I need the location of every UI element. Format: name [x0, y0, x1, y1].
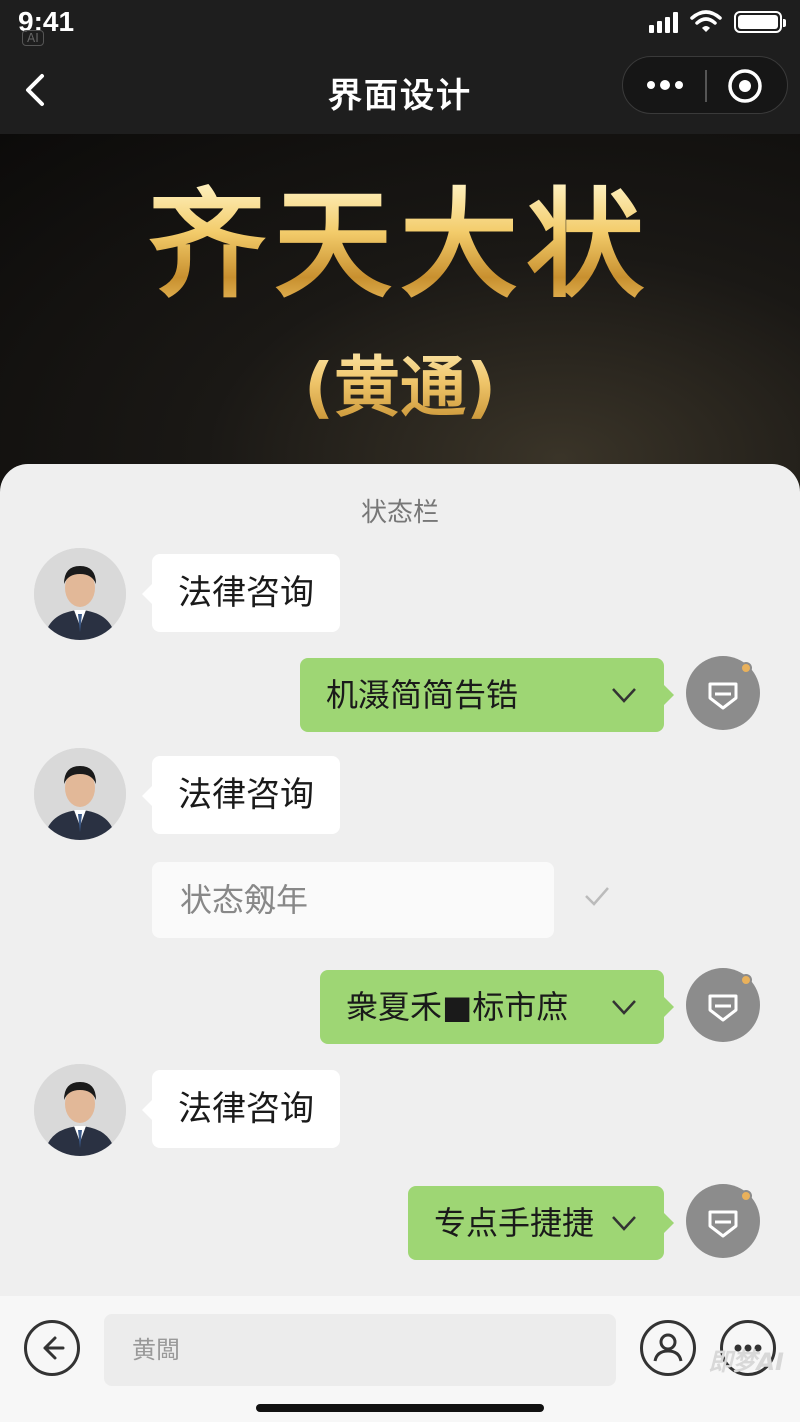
- chevron-down-icon: [612, 688, 636, 703]
- notification-dot: [740, 974, 752, 986]
- lawyer-avatar[interactable]: [34, 1064, 126, 1156]
- person-avatar-icon: [34, 548, 126, 640]
- banner-subtitle: (黄通): [0, 334, 800, 430]
- message-text: 衆夏禾■标市庶: [346, 988, 569, 1026]
- sheet-title: 状态栏: [360, 498, 439, 528]
- person-avatar-icon: [34, 748, 126, 840]
- watermark: 即梦AI: [708, 1348, 784, 1376]
- miniprogram-capsule: [622, 56, 788, 114]
- signal-icon: [649, 11, 678, 33]
- profile-button[interactable]: [640, 1320, 696, 1376]
- status-message: 状态剱年: [152, 862, 554, 938]
- user-avatar[interactable]: [686, 1184, 760, 1258]
- check-icon: [585, 887, 609, 906]
- chevron-down-icon: [612, 1000, 636, 1015]
- user-icon: [653, 1333, 683, 1362]
- banner-title: 齐天大状: [0, 180, 800, 310]
- hero-banner: 齐天大状 (黄通): [0, 134, 800, 494]
- notification-dot: [740, 1190, 752, 1202]
- message-text: 机滠简简告锆: [326, 676, 519, 714]
- more-icon[interactable]: [645, 73, 685, 97]
- arrow-left-icon: [43, 1336, 65, 1360]
- message-bubble-right[interactable]: 机滠简简告锆: [300, 658, 674, 732]
- message-text: 专点手捷捷: [434, 1204, 595, 1242]
- message-bubble-left[interactable]: 法律咨询: [142, 1070, 340, 1148]
- close-target-icon[interactable]: [727, 68, 763, 104]
- capsule-divider: [705, 70, 707, 102]
- home-indicator: [256, 1404, 544, 1412]
- message-bubble-left[interactable]: 法律咨询: [142, 756, 340, 834]
- chevron-down-icon: [612, 1216, 636, 1231]
- user-avatar[interactable]: [686, 968, 760, 1042]
- wifi-icon: [690, 10, 722, 32]
- person-avatar-icon: [34, 1064, 126, 1156]
- nav-bar: 界面设计: [0, 52, 800, 134]
- lawyer-avatar[interactable]: [34, 748, 126, 840]
- notification-dot: [740, 662, 752, 674]
- message-input[interactable]: 黄闆: [104, 1314, 616, 1386]
- message-bubble-right[interactable]: 专点手捷捷: [408, 1186, 674, 1260]
- status-bar: 9:41 AI: [0, 0, 800, 52]
- battery-icon: [734, 11, 786, 33]
- ai-tag: AI: [22, 30, 44, 46]
- back-circle-button[interactable]: [24, 1320, 80, 1376]
- message-bubble-right[interactable]: 衆夏禾■标市庶: [320, 970, 674, 1044]
- input-bar: 黄闆 即梦AI: [0, 1296, 800, 1422]
- message-bubble-left[interactable]: 法律咨询: [142, 554, 340, 632]
- user-avatar[interactable]: [686, 656, 760, 730]
- chat-sheet: 状态栏 法律咨询 机滠简简告锆 法律咨询 状态剱年 衆夏禾■标市庶 法律咨询 专…: [0, 464, 800, 1422]
- lawyer-avatar[interactable]: [34, 548, 126, 640]
